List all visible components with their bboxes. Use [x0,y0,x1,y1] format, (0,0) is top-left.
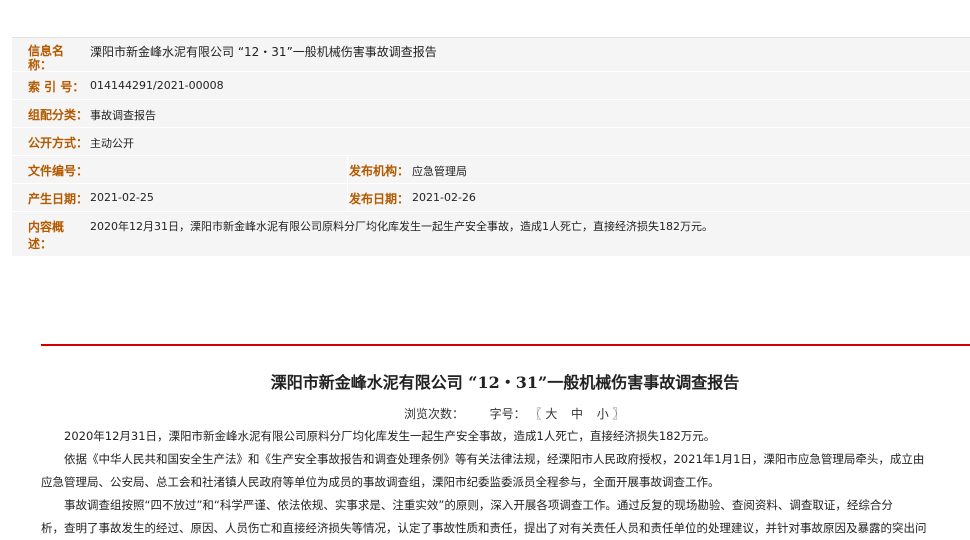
info-row-summary: 内容概 述： 2020年12月31日，溧阳市新金峰水泥有限公司原料分厂均化库发生… [12,212,970,257]
title-divider [41,344,970,346]
bracket-open: 〖 [529,407,542,421]
article-paragraph-cont: 应急管理局、公安局、总工会和社渚镇人民政府等单位为成员的事故调查组，溧阳市纪委监… [41,475,720,489]
info-name-value: 溧阳市新金峰水泥有限公司 “12・31”一般机械伤害事故调查报告 [90,45,437,59]
info-created-value: 2021-02-25 [90,191,154,204]
column-divider [347,156,348,183]
article-paragraph: 依据《中华人民共和国安全生产法》和《生产安全事故报告和调查处理条例》等有关法律法… [41,452,925,466]
article-paragraph-cont: 析，查明了事故发生的经过、原因、人员伤亡和直接经济损失等情况，认定了事故性质和责… [41,521,927,535]
article-paragraph: 2020年12月31日，溧阳市新金峰水泥有限公司原料分厂均化库发生一起生产安全事… [41,429,716,443]
info-category-value: 事故调查报告 [90,109,156,122]
info-issuer-value: 应急管理局 [412,165,467,178]
info-category-label: 组配分类： [28,108,89,122]
info-published-label: 发布日期： [349,192,410,206]
article-title: 溧阳市新金峰水泥有限公司 “12・31”一般机械伤害事故调查报告 [270,373,740,392]
fontsize-label: 字号： [489,407,526,421]
info-summary-label-cont: 述： [28,237,53,251]
info-table: 信息名 称： 溧阳市新金峰水泥有限公司 “12・31”一般机械伤害事故调查报告 … [12,37,970,257]
font-size-large-link[interactable]: 大 [545,407,557,421]
font-size-medium-link[interactable]: 中 [571,407,583,421]
info-created-label: 产生日期： [28,192,89,206]
info-row-dates: 产生日期： 2021-02-25 发布日期： 2021-02-26 [12,184,970,212]
info-row-name: 信息名 称： 溧阳市新金峰水泥有限公司 “12・31”一般机械伤害事故调查报告 [12,38,970,72]
column-divider [347,184,348,211]
bracket-close: 〗 [612,407,625,421]
info-issuer-label: 发布机构： [349,164,410,178]
info-summary-label: 内容概 [28,220,65,234]
info-index-value: 014144291/2021-00008 [90,79,224,92]
info-name-label-cont: 称： [28,58,53,72]
info-disclosure-label: 公开方式： [28,136,89,150]
info-row-category: 组配分类： 事故调查报告 [12,100,970,128]
font-size-small-link[interactable]: 小 [597,407,609,421]
article-toolbar: 浏览次数： 字号： 〖 大 中 小 〗 [404,405,625,422]
info-docno-label: 文件编号： [28,164,89,178]
views-label: 浏览次数： [404,407,465,421]
info-index-label: 索 引 号： [28,80,85,94]
info-disclosure-value: 主动公开 [90,137,134,150]
info-row-docno: 文件编号： 发布机构： 应急管理局 [12,156,970,184]
info-published-value: 2021-02-26 [412,191,476,204]
article-paragraph: 事故调查组按照“四不放过”和“科学严谨、依法依规、实事求是、注重实效”的原则，深… [41,498,893,512]
info-row-disclosure: 公开方式： 主动公开 [12,128,970,156]
info-summary-value: 2020年12月31日，溧阳市新金峰水泥有限公司原料分厂均化库发生一起生产安全事… [90,220,713,233]
info-row-index: 索 引 号： 014144291/2021-00008 [12,72,970,100]
